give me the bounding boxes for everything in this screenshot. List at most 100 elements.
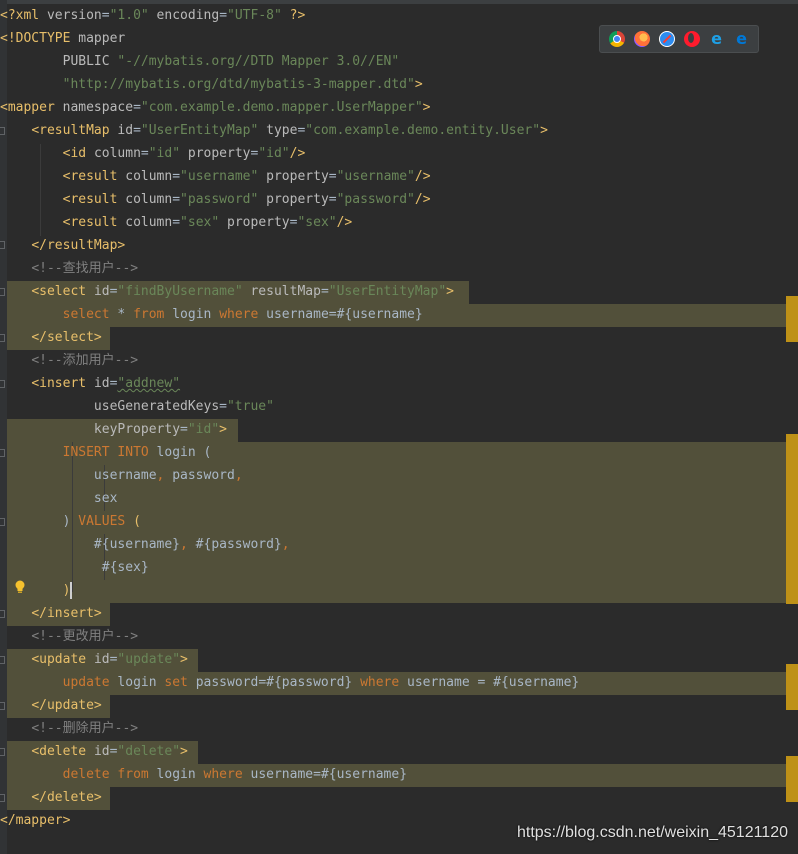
- code-token: "1.0": [109, 8, 149, 23]
- code-line[interactable]: ) VALUES (: [0, 510, 798, 533]
- code-line[interactable]: INSERT INTO login (: [0, 441, 798, 464]
- code-line[interactable]: ): [0, 579, 798, 602]
- code-token: keyProperty: [93, 422, 181, 437]
- code-token: id: [93, 376, 110, 391]
- code-line[interactable]: <delete id="delete">: [0, 740, 798, 763]
- code-token: login: [148, 767, 204, 782]
- code-token: </delete>: [31, 790, 102, 805]
- code-line[interactable]: <?xml version="1.0" encoding="UTF-8" ?>: [0, 4, 798, 27]
- code-token: where: [219, 307, 259, 322]
- code-token: />: [414, 169, 431, 184]
- code-line[interactable]: #{sex}: [0, 556, 798, 579]
- code-line[interactable]: keyProperty="id">: [0, 418, 798, 441]
- code-token: </update>: [31, 698, 102, 713]
- code-token: =: [172, 192, 181, 207]
- code-line[interactable]: <mapper namespace="com.example.demo.mapp…: [0, 96, 798, 119]
- code-line[interactable]: <!--查找用户-->: [0, 257, 798, 280]
- code-token: =: [133, 100, 141, 115]
- code-line[interactable]: </delete>: [0, 786, 798, 809]
- firefox-icon[interactable]: [633, 31, 650, 47]
- code-token: set: [164, 675, 188, 690]
- code-token: mapper: [78, 31, 126, 46]
- code-token: </insert>: [31, 606, 102, 621]
- code-line[interactable]: useGeneratedKeys="true": [0, 395, 798, 418]
- code-token: id: [117, 123, 134, 138]
- code-line[interactable]: sex: [0, 487, 798, 510]
- opera-icon[interactable]: [683, 31, 700, 47]
- code-token: "http://mybatis.org/dtd/mybatis-3-mapper…: [62, 77, 415, 92]
- code-token: =: [172, 169, 181, 184]
- code-token: >: [219, 422, 227, 437]
- code-token: sex: [0, 491, 118, 506]
- code-line[interactable]: <update id="update">: [0, 648, 798, 671]
- code-token: <!--添加用户-->: [31, 353, 139, 368]
- code-token: username: [0, 468, 157, 483]
- code-line[interactable]: <insert id="addnew": [0, 372, 798, 395]
- code-line[interactable]: </resultMap>: [0, 234, 798, 257]
- code-token: </resultMap>: [31, 238, 126, 253]
- code-token: (: [133, 514, 141, 529]
- code-token: <resultMap: [31, 123, 118, 138]
- code-token: />: [289, 146, 306, 161]
- code-line[interactable]: <resultMap id="UserEntityMap" type="com.…: [0, 119, 798, 142]
- chrome-icon[interactable]: [608, 31, 625, 47]
- code-token: "UserEntityMap": [140, 123, 259, 138]
- lightbulb-icon[interactable]: [14, 580, 26, 594]
- code-token: #{sex}: [0, 560, 149, 575]
- edge-icon[interactable]: e: [734, 31, 750, 47]
- code-token: login: [164, 307, 220, 322]
- code-line[interactable]: </update>: [0, 694, 798, 717]
- code-token: ): [0, 514, 79, 529]
- code-editor[interactable]: <?xml version="1.0" encoding="UTF-8" ?> <…: [0, 0, 798, 854]
- code-token: =: [328, 169, 337, 184]
- code-token: id: [93, 744, 110, 759]
- code-token: <!--删除用户-->: [31, 721, 139, 736]
- code-line[interactable]: username, password,: [0, 464, 798, 487]
- code-token: username = #{username}: [399, 675, 580, 690]
- code-line[interactable]: <!--更改用户-->: [0, 625, 798, 648]
- code-token: >: [180, 744, 188, 759]
- code-line[interactable]: delete from login where username=#{usern…: [0, 763, 798, 786]
- code-line[interactable]: <!--删除用户-->: [0, 717, 798, 740]
- code-line[interactable]: </select>: [0, 326, 798, 349]
- code-line[interactable]: </insert>: [0, 602, 798, 625]
- code-line[interactable]: <result column="username" property="user…: [0, 165, 798, 188]
- code-line[interactable]: <result column="password" property="pass…: [0, 188, 798, 211]
- code-token: "username": [180, 169, 259, 184]
- code-token: "com.example.demo.entity.User": [305, 123, 541, 138]
- code-token: update: [62, 675, 110, 690]
- code-line[interactable]: #{username}, #{password},: [0, 533, 798, 556]
- code-token: property: [258, 169, 329, 184]
- code-token: =: [219, 399, 227, 414]
- code-token: "com.example.demo.mapper.UserMapper": [140, 100, 423, 115]
- code-line[interactable]: update login set password=#{password} wh…: [0, 671, 798, 694]
- code-line[interactable]: select * from login where username=#{use…: [0, 303, 798, 326]
- code-line[interactable]: <id column="id" property="id"/>: [0, 142, 798, 165]
- internet-explorer-icon[interactable]: e: [709, 31, 725, 47]
- code-token: =: [180, 422, 188, 437]
- code-line[interactable]: <select id="findByUsername" resultMap="U…: [0, 280, 798, 303]
- code-token: <!--查找用户-->: [31, 261, 139, 276]
- code-token: column: [93, 146, 141, 161]
- code-token: column: [125, 192, 173, 207]
- code-token: *: [109, 307, 134, 322]
- code-line[interactable]: "http://mybatis.org/dtd/mybatis-3-mapper…: [0, 73, 798, 96]
- code-lines[interactable]: <?xml version="1.0" encoding="UTF-8" ?> <…: [0, 4, 798, 832]
- code-line[interactable]: <!--添加用户-->: [0, 349, 798, 372]
- code-token: <result: [62, 169, 126, 184]
- code-token: type: [258, 123, 298, 138]
- code-line[interactable]: <result column="sex" property="sex"/>: [0, 211, 798, 234]
- safari-icon[interactable]: [658, 31, 675, 47]
- code-line[interactable]: PUBLIC "-//mybatis.org//DTD Mapper 3.0//…: [0, 50, 798, 73]
